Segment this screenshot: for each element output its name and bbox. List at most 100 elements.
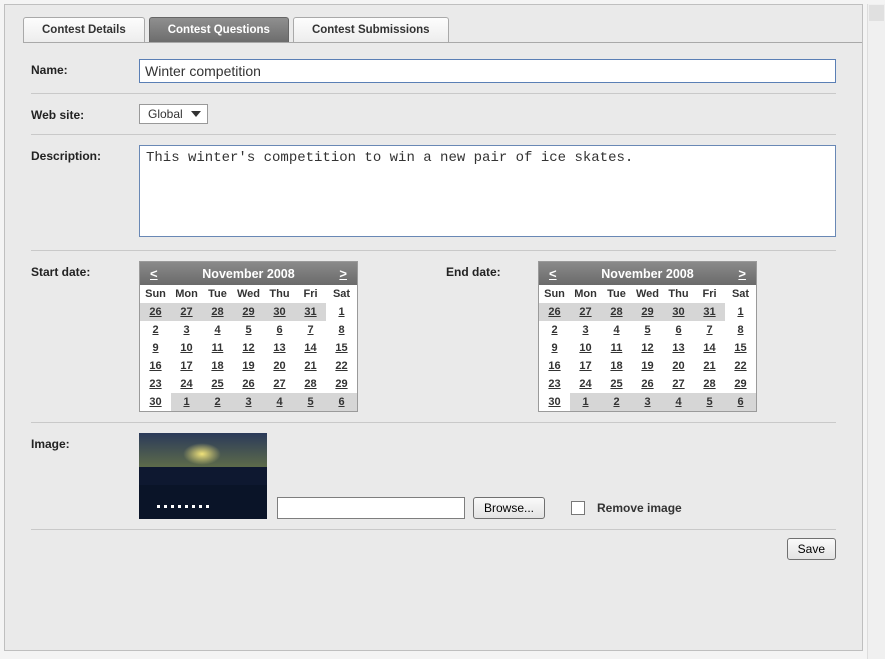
cal-day[interactable]: 10 xyxy=(570,339,601,357)
cal-day[interactable]: 21 xyxy=(694,357,725,375)
cal-day[interactable]: 12 xyxy=(233,339,264,357)
cal-day[interactable]: 3 xyxy=(233,393,264,411)
scroll-up-icon[interactable] xyxy=(869,5,884,21)
cal-day[interactable]: 30 xyxy=(663,303,694,321)
cal-day[interactable]: 27 xyxy=(264,375,295,393)
cal-day[interactable]: 30 xyxy=(264,303,295,321)
cal-day[interactable]: 29 xyxy=(233,303,264,321)
vertical-scrollbar[interactable] xyxy=(867,4,885,659)
cal-day[interactable]: 11 xyxy=(601,339,632,357)
cal-day[interactable]: 23 xyxy=(140,375,171,393)
cal-day[interactable]: 16 xyxy=(539,357,570,375)
cal-day[interactable]: 3 xyxy=(632,393,663,411)
cal-day[interactable]: 3 xyxy=(570,321,601,339)
cal-day[interactable]: 5 xyxy=(694,393,725,411)
cal-day[interactable]: 18 xyxy=(601,357,632,375)
cal-day[interactable]: 13 xyxy=(663,339,694,357)
cal-day[interactable]: 31 xyxy=(295,303,326,321)
cal-day[interactable]: 29 xyxy=(326,375,357,393)
cal-day[interactable]: 1 xyxy=(570,393,601,411)
cal-day[interactable]: 22 xyxy=(326,357,357,375)
cal-day[interactable]: 6 xyxy=(264,321,295,339)
cal-day[interactable]: 7 xyxy=(295,321,326,339)
cal-day[interactable]: 5 xyxy=(295,393,326,411)
remove-image-checkbox[interactable] xyxy=(571,501,585,515)
cal-day[interactable]: 28 xyxy=(694,375,725,393)
cal-day[interactable]: 3 xyxy=(171,321,202,339)
cal-prev-button[interactable]: < xyxy=(150,266,158,281)
cal-day[interactable]: 6 xyxy=(663,321,694,339)
browse-button[interactable]: Browse... xyxy=(473,497,545,519)
cal-day[interactable]: 27 xyxy=(570,303,601,321)
tab-contest-questions[interactable]: Contest Questions xyxy=(149,17,289,42)
cal-day[interactable]: 19 xyxy=(233,357,264,375)
cal-day[interactable]: 1 xyxy=(326,303,357,321)
cal-day[interactable]: 27 xyxy=(171,303,202,321)
cal-day[interactable]: 4 xyxy=(601,321,632,339)
cal-day[interactable]: 26 xyxy=(233,375,264,393)
cal-day[interactable]: 20 xyxy=(663,357,694,375)
cal-day[interactable]: 26 xyxy=(539,303,570,321)
cal-day[interactable]: 26 xyxy=(632,375,663,393)
cal-day[interactable]: 28 xyxy=(202,303,233,321)
cal-day[interactable]: 8 xyxy=(725,321,756,339)
image-path-input[interactable] xyxy=(277,497,465,519)
cal-day[interactable]: 12 xyxy=(632,339,663,357)
tab-contest-details[interactable]: Contest Details xyxy=(23,17,145,42)
description-textarea[interactable] xyxy=(139,145,836,237)
cal-day[interactable]: 4 xyxy=(264,393,295,411)
cal-day[interactable]: 19 xyxy=(632,357,663,375)
cal-day[interactable]: 22 xyxy=(725,357,756,375)
cal-day[interactable]: 21 xyxy=(295,357,326,375)
cal-day[interactable]: 17 xyxy=(171,357,202,375)
cal-day[interactable]: 2 xyxy=(601,393,632,411)
cal-day[interactable]: 25 xyxy=(601,375,632,393)
cal-day[interactable]: 26 xyxy=(140,303,171,321)
cal-day[interactable]: 4 xyxy=(663,393,694,411)
cal-day[interactable]: 9 xyxy=(140,339,171,357)
cal-day[interactable]: 2 xyxy=(202,393,233,411)
cal-day[interactable]: 5 xyxy=(632,321,663,339)
cal-next-button[interactable]: > xyxy=(738,266,746,281)
cal-day[interactable]: 28 xyxy=(295,375,326,393)
cal-day[interactable]: 27 xyxy=(663,375,694,393)
cal-day[interactable]: 1 xyxy=(725,303,756,321)
cal-day[interactable]: 7 xyxy=(694,321,725,339)
cal-day[interactable]: 15 xyxy=(725,339,756,357)
cal-day[interactable]: 5 xyxy=(233,321,264,339)
save-button[interactable]: Save xyxy=(787,538,836,560)
cal-day[interactable]: 30 xyxy=(539,393,570,411)
cal-next-button[interactable]: > xyxy=(339,266,347,281)
cal-day[interactable]: 14 xyxy=(694,339,725,357)
cal-day[interactable]: 2 xyxy=(140,321,171,339)
cal-day[interactable]: 24 xyxy=(570,375,601,393)
tab-contest-submissions[interactable]: Contest Submissions xyxy=(293,17,449,42)
cal-day[interactable]: 10 xyxy=(171,339,202,357)
cal-day[interactable]: 29 xyxy=(725,375,756,393)
cal-day[interactable]: 13 xyxy=(264,339,295,357)
cal-day[interactable]: 31 xyxy=(694,303,725,321)
cal-day[interactable]: 1 xyxy=(171,393,202,411)
cal-day[interactable]: 29 xyxy=(632,303,663,321)
cal-day[interactable]: 20 xyxy=(264,357,295,375)
cal-day[interactable]: 17 xyxy=(570,357,601,375)
cal-day[interactable]: 6 xyxy=(725,393,756,411)
cal-day[interactable]: 30 xyxy=(140,393,171,411)
cal-day[interactable]: 4 xyxy=(202,321,233,339)
cal-day[interactable]: 2 xyxy=(539,321,570,339)
cal-day[interactable]: 14 xyxy=(295,339,326,357)
cal-day[interactable]: 6 xyxy=(326,393,357,411)
cal-day[interactable]: 25 xyxy=(202,375,233,393)
cal-day[interactable]: 9 xyxy=(539,339,570,357)
website-select[interactable]: Global xyxy=(139,104,208,124)
cal-day[interactable]: 23 xyxy=(539,375,570,393)
cal-day[interactable]: 15 xyxy=(326,339,357,357)
cal-day[interactable]: 8 xyxy=(326,321,357,339)
cal-day[interactable]: 16 xyxy=(140,357,171,375)
cal-day[interactable]: 11 xyxy=(202,339,233,357)
cal-prev-button[interactable]: < xyxy=(549,266,557,281)
cal-day[interactable]: 28 xyxy=(601,303,632,321)
name-input[interactable] xyxy=(139,59,836,83)
cal-day[interactable]: 24 xyxy=(171,375,202,393)
cal-day[interactable]: 18 xyxy=(202,357,233,375)
